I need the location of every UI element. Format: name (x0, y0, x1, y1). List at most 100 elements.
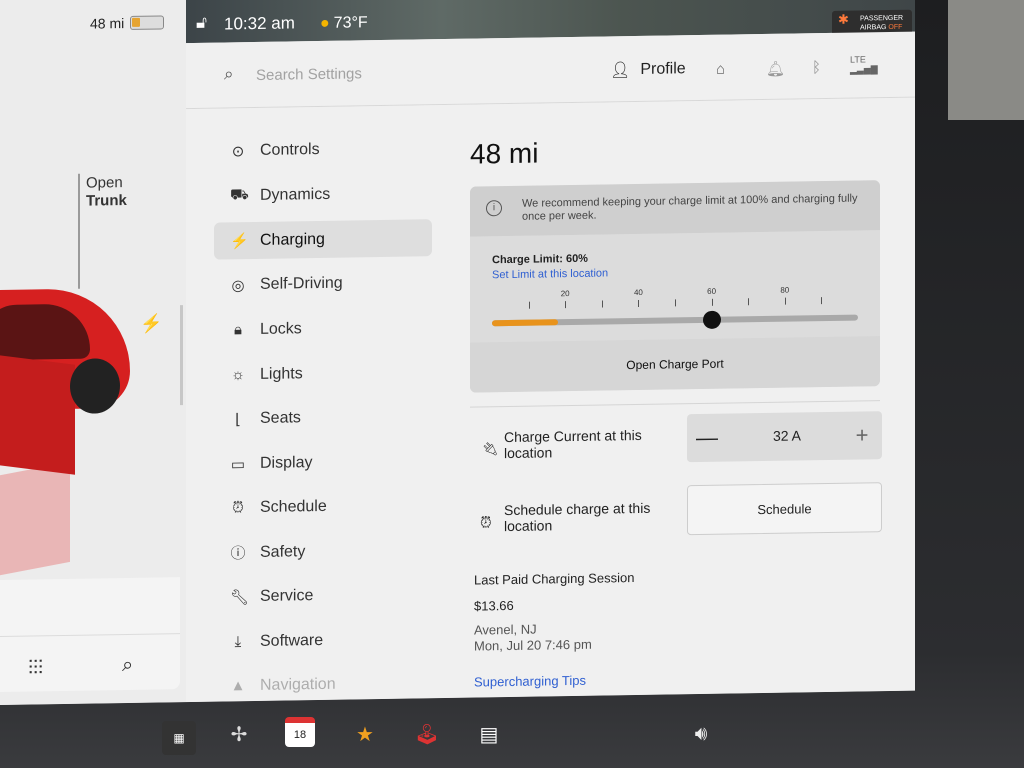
nav-label: Locks (260, 319, 302, 338)
charge-port-bolt-icon[interactable]: ⚡ (140, 313, 162, 334)
search-icon[interactable]: ⌕ (122, 654, 133, 677)
decrease-current-button[interactable]: — (687, 414, 727, 463)
nav-label: Display (260, 453, 313, 472)
trunk-label-2: Trunk (86, 192, 127, 210)
schedule-charge-row: ⏰︎ Schedule charge at this location Sche… (470, 482, 882, 548)
arcade-icon[interactable]: ★ (348, 717, 382, 751)
supercharging-tips-link[interactable]: Supercharging Tips (474, 673, 586, 690)
slider-tick (711, 298, 713, 306)
nav-item-self-driving[interactable]: ◎ Self-Driving (214, 263, 432, 303)
nav-label: Controls (260, 140, 320, 159)
toggle-icon: ⊙ (231, 142, 245, 160)
open-charge-port-button[interactable]: Open Charge Port (470, 336, 880, 393)
charge-limit-card: i We recommend keeping your charge limit… (470, 180, 880, 393)
search-settings-input[interactable] (256, 58, 456, 88)
joystick-icon[interactable]: 🕹︎ (410, 717, 444, 751)
nav-label: Dynamics (260, 185, 331, 204)
plug-icon: 🔌︎ (482, 441, 499, 457)
last-paid-session: Last Paid Charging Session $13.66 Avenel… (474, 570, 634, 655)
nav-label: Software (260, 631, 324, 650)
charge-tip: i We recommend keeping your charge limit… (470, 180, 880, 237)
nav-item-navigation[interactable]: ▲ Navigation (214, 664, 432, 704)
dashcam-icon[interactable]: ▤ (472, 717, 506, 751)
schedule-charge-label: Schedule charge at this location (504, 499, 651, 535)
nav-item-locks[interactable]: 🔒︎ Locks (214, 308, 432, 348)
signal-label: LTE (850, 54, 866, 65)
trunk-label-1: Open (86, 174, 123, 192)
nav-label: Safety (260, 542, 306, 561)
trunk-pointer-line (78, 173, 80, 289)
increase-current-button[interactable]: + (842, 411, 882, 460)
bell-icon[interactable]: 🔔︎ (766, 60, 785, 78)
volume-icon[interactable]: 🔊︎ (684, 717, 718, 751)
set-limit-link[interactable]: Set Limit at this location (492, 267, 608, 281)
last-session-date: Mon, Jul 20 7:46 pm (474, 636, 592, 654)
nav-item-controls[interactable]: ⊙ Controls (214, 129, 432, 169)
car-wheel (70, 358, 120, 414)
download-icon: ⤓ (234, 633, 242, 651)
charge-limit-area: Charge Limit: 60% Set Limit at this loca… (470, 230, 880, 343)
charge-current-row: 🔌︎ Charge Current at this location — 32 … (470, 400, 882, 467)
nav-label: Seats (260, 408, 301, 427)
nav-item-seats[interactable]: ⌊ Seats (214, 397, 432, 437)
nav-item-schedule[interactable]: ⏰︎ Schedule (214, 486, 432, 526)
last-session-amount: $13.66 (474, 597, 514, 614)
profile-label: Profile (640, 60, 686, 78)
app-launcher-icon[interactable]: ▦ (162, 721, 196, 755)
person-icon: 👤︎ (610, 62, 631, 80)
nav-item-service[interactable]: 🔧︎ Service (214, 575, 432, 615)
sliders-icon[interactable]: ⫶⫶⫶ (28, 657, 43, 680)
nav-item-dynamics[interactable]: ⛟ Dynamics (214, 174, 432, 214)
nav-label: Service (260, 586, 314, 605)
slider-tick (675, 299, 676, 307)
sun-icon: ☼ (231, 366, 245, 384)
garage-icon[interactable]: ⌂ (716, 61, 725, 78)
slider-tick (565, 301, 567, 309)
background-wall (948, 0, 1024, 120)
nav-label: Schedule (260, 497, 327, 516)
car-door (0, 354, 75, 475)
schedule-button[interactable]: Schedule (687, 482, 882, 536)
nav-label: Charging (260, 230, 325, 249)
airbag-line1: PASSENGER (860, 14, 904, 23)
slider-tick-label: 60 (707, 286, 717, 296)
nav-item-display[interactable]: ▭ Display (214, 442, 432, 482)
calendar-icon[interactable]: 18 (285, 717, 315, 747)
airbag-icon: ✱ (838, 11, 849, 27)
search-icon: ⌕ (224, 64, 234, 84)
slider-tick (748, 298, 750, 306)
nav-item-software[interactable]: ⤓ Software (214, 620, 432, 660)
slider-tick (638, 299, 640, 307)
slider-tick (601, 300, 603, 308)
charge-current-label: Charge Current at this location (504, 426, 642, 462)
slider-tick (821, 297, 823, 305)
car-quick-controls: ⫶⫶⫶ ⌕ (0, 577, 180, 692)
profile-button[interactable]: 👤︎ Profile (610, 59, 686, 80)
nav-label: Navigation (260, 675, 336, 694)
battery-icon (130, 15, 165, 30)
slider-tick-label: 20 (560, 289, 570, 299)
charge-limit-handle[interactable] (702, 310, 721, 329)
nav-item-lights[interactable]: ☼ Lights (214, 353, 432, 393)
nav-item-safety[interactable]: ⓘ Safety (214, 531, 432, 571)
alert-icon: ⓘ (230, 545, 246, 563)
settings-header: ⌕ 👤︎ Profile ⌂ 🔔︎ ᛒ LTE▂▃▅▇ (186, 31, 915, 110)
unlock-icon[interactable]: 🔓︎ (196, 13, 207, 33)
nav-item-charging[interactable]: ⚡ Charging (214, 219, 432, 260)
bolt-icon: ⚡ (230, 232, 249, 250)
slider-tick-label: 40 (633, 287, 643, 298)
range-title: 48 mi (470, 137, 539, 170)
steering-wheel-icon: ◎ (231, 276, 245, 294)
slider-tick-label: 80 (780, 285, 790, 295)
open-trunk-button[interactable]: Open Trunk (86, 174, 127, 211)
current-charge-fill (492, 319, 558, 327)
fan-icon[interactable]: ✢ (222, 717, 256, 751)
taskbar: ▦ ✢ 18 ★ 🕹︎ ▤ 🔊︎ (0, 705, 1024, 768)
charge-limit-label: Charge Limit: 60% (492, 252, 588, 267)
bluetooth-icon[interactable]: ᛒ (812, 59, 821, 76)
scrollbar[interactable] (180, 305, 183, 406)
charging-panel: 48 mi i We recommend keeping your charge… (450, 97, 915, 698)
slider-tick (528, 301, 530, 309)
seat-icon: ⌊ (235, 410, 241, 428)
temperature: ● 73°F (320, 14, 368, 33)
